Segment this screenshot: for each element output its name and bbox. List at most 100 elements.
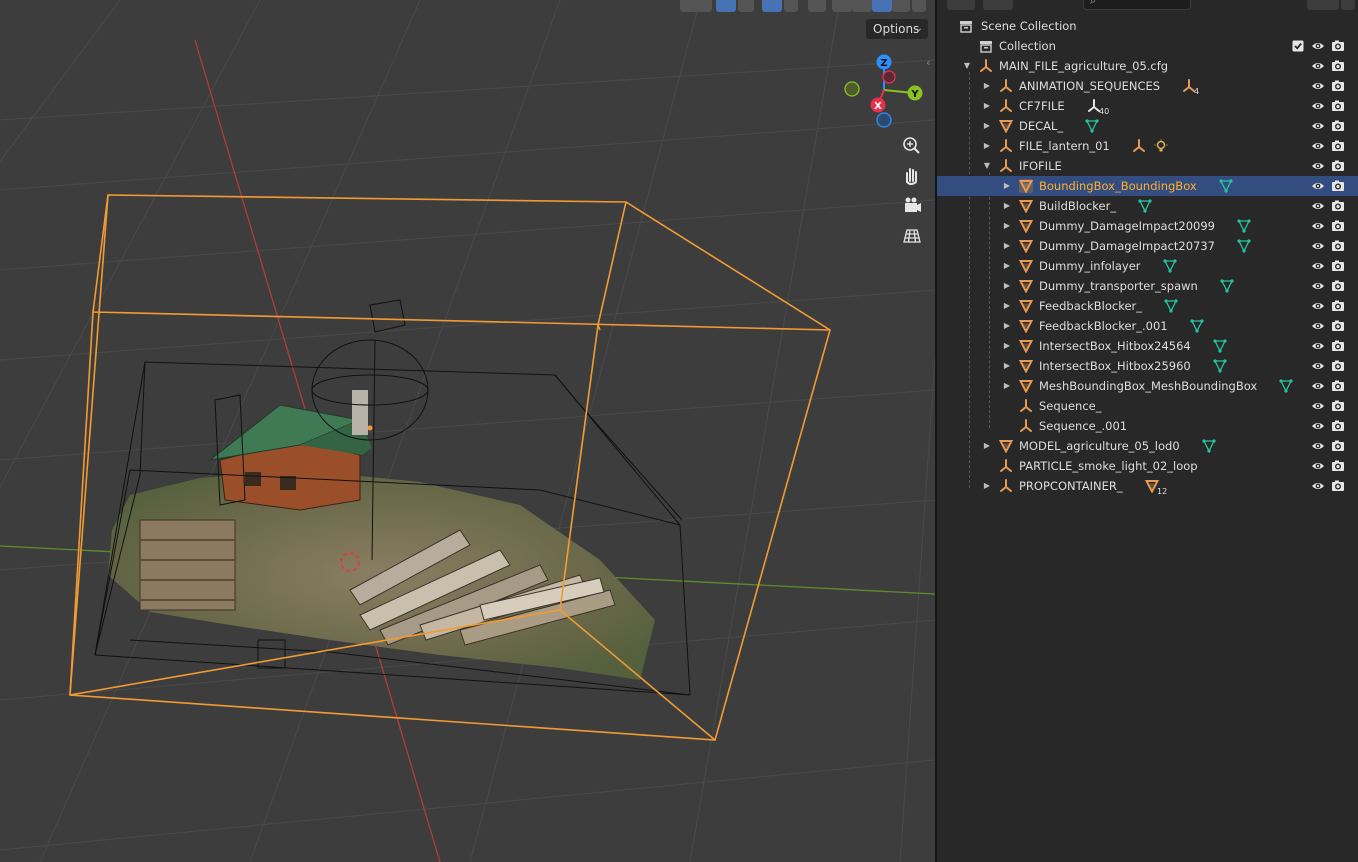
- eye-icon[interactable]: [1311, 439, 1325, 453]
- mesh-data-icon[interactable]: [1202, 439, 1216, 453]
- search-input[interactable]: ⌕: [1083, 0, 1191, 10]
- render-camera-icon[interactable]: [1331, 379, 1345, 393]
- viewport-scene[interactable]: [0, 0, 935, 862]
- outliner-row[interactable]: ▶ CF7FILE 40: [937, 96, 1358, 116]
- mesh-object-icon[interactable]: [1018, 259, 1034, 274]
- empty-child-icon[interactable]: [1132, 139, 1146, 153]
- eye-icon[interactable]: [1311, 259, 1325, 273]
- mesh-object-icon[interactable]: [1018, 339, 1034, 354]
- empty-object-icon[interactable]: [1019, 399, 1033, 413]
- eye-icon[interactable]: [1311, 99, 1325, 113]
- display-mode-dropdown[interactable]: [947, 0, 975, 10]
- mesh-data-icon[interactable]: [1237, 219, 1251, 233]
- render-camera-icon[interactable]: [1331, 39, 1345, 53]
- outliner-row[interactable]: ▶ IntersectBox_Hitbox24564: [937, 336, 1358, 356]
- mesh-object-icon[interactable]: [1018, 359, 1034, 374]
- hand-pan-icon[interactable]: [898, 162, 926, 190]
- eye-icon[interactable]: [1311, 239, 1325, 253]
- expand-arrow-icon[interactable]: ▶: [1002, 356, 1012, 376]
- mesh-object-icon[interactable]: [1018, 219, 1034, 234]
- mesh-object-icon[interactable]: [1018, 179, 1034, 194]
- render-camera-icon[interactable]: [1331, 59, 1345, 73]
- eye-icon[interactable]: [1311, 339, 1325, 353]
- mesh-object-icon[interactable]: [998, 439, 1014, 454]
- render-camera-icon[interactable]: [1331, 279, 1345, 293]
- expand-arrow-icon[interactable]: ▶: [982, 436, 992, 456]
- zoom-icon[interactable]: [898, 132, 926, 160]
- outliner-row[interactable]: ▶ FILE_lantern_01: [937, 136, 1358, 156]
- outliner-row[interactable]: ▶ BoundingBox_BoundingBox: [937, 176, 1358, 196]
- eye-icon[interactable]: [1311, 279, 1325, 293]
- expand-arrow-icon[interactable]: ▶: [982, 476, 992, 496]
- eye-icon[interactable]: [1311, 219, 1325, 233]
- mesh-data-icon[interactable]: [1219, 179, 1233, 193]
- outliner-row[interactable]: ▶ FeedbackBlocker_.001: [937, 316, 1358, 336]
- render-camera-icon[interactable]: [1331, 199, 1345, 213]
- empty-object-icon[interactable]: [999, 139, 1013, 153]
- expand-arrow-icon[interactable]: ▶: [1002, 236, 1012, 256]
- options-dropdown[interactable]: Options ⌄: [866, 19, 928, 39]
- exclude-checkbox[interactable]: [1291, 39, 1305, 53]
- mesh-data-icon[interactable]: [1220, 279, 1234, 293]
- collection-icon[interactable]: [979, 39, 993, 53]
- snap-options-dropdown[interactable]: [738, 0, 754, 12]
- empty-object-icon[interactable]: [999, 79, 1013, 93]
- render-camera-icon[interactable]: [1331, 399, 1345, 413]
- mesh-object-icon[interactable]: [1018, 279, 1034, 294]
- scene-collection-row[interactable]: Scene Collection: [937, 16, 1358, 36]
- collection-row[interactable]: Collection: [937, 36, 1358, 56]
- outliner-row[interactable]: ▶ IntersectBox_Hitbox25960: [937, 356, 1358, 376]
- outliner-row[interactable]: ▶ FeedbackBlocker_: [937, 296, 1358, 316]
- camera-icon[interactable]: [898, 192, 926, 220]
- mesh-object-icon[interactable]: [1018, 239, 1034, 254]
- outliner-row[interactable]: ▶ MODEL_agriculture_05_lod0: [937, 436, 1358, 456]
- eye-icon[interactable]: [1311, 79, 1325, 93]
- render-camera-icon[interactable]: [1331, 159, 1345, 173]
- mesh-data-icon[interactable]: [1213, 359, 1227, 373]
- render-camera-icon[interactable]: [1331, 119, 1345, 133]
- expand-arrow-icon[interactable]: ▶: [982, 96, 992, 116]
- outliner-row[interactable]: ▶ Dummy_DamageImpact20099: [937, 216, 1358, 236]
- expand-arrow-icon[interactable]: ▶: [982, 76, 992, 96]
- outliner-panel[interactable]: ⌕ Scene Collection Collection ▼ MAIN_FILE_…: [937, 0, 1358, 862]
- render-camera-icon[interactable]: [1331, 439, 1345, 453]
- mesh-object-icon[interactable]: [1018, 379, 1034, 394]
- outliner-row[interactable]: ▶ DECAL_: [937, 116, 1358, 136]
- proportional-edit-toggle[interactable]: [762, 0, 782, 12]
- outliner-row[interactable]: ▼ IFOFILE: [937, 156, 1358, 176]
- shading-solid-button[interactable]: [852, 0, 872, 12]
- mesh-data-icon[interactable]: [1085, 119, 1099, 133]
- render-camera-icon[interactable]: [1331, 239, 1345, 253]
- mesh-object-icon[interactable]: [998, 119, 1014, 134]
- empty-object-icon[interactable]: [1019, 419, 1033, 433]
- eye-icon[interactable]: [1311, 59, 1325, 73]
- eye-icon[interactable]: [1311, 39, 1325, 53]
- empty-object-icon[interactable]: [999, 479, 1013, 493]
- navigation-gizmo[interactable]: Z Y X: [838, 48, 930, 138]
- outliner-row[interactable]: ▶ BuildBlocker_: [937, 196, 1358, 216]
- mesh-data-icon[interactable]: [1163, 259, 1177, 273]
- empty-object-icon[interactable]: [999, 99, 1013, 113]
- outliner-row[interactable]: ▶ ANIMATION_SEQUENCES 4: [937, 76, 1358, 96]
- eye-icon[interactable]: [1311, 359, 1325, 373]
- eye-icon[interactable]: [1311, 179, 1325, 193]
- outliner-row[interactable]: ▶ Dummy_transporter_spawn: [937, 276, 1358, 296]
- collapse-arrow-icon[interactable]: ▼: [982, 156, 992, 176]
- eye-icon[interactable]: [1311, 319, 1325, 333]
- expand-arrow-icon[interactable]: ▶: [1002, 216, 1012, 236]
- mesh-data-icon[interactable]: [1213, 339, 1227, 353]
- render-camera-icon[interactable]: [1331, 339, 1345, 353]
- mesh-data-icon[interactable]: [1190, 319, 1204, 333]
- outliner-row[interactable]: ▶ Dummy_DamageImpact20737: [937, 236, 1358, 256]
- outliner-row[interactable]: ▶ MeshBoundingBox_MeshBoundingBox: [937, 376, 1358, 396]
- render-camera-icon[interactable]: [1331, 419, 1345, 433]
- eye-icon[interactable]: [1311, 119, 1325, 133]
- empty-object-icon[interactable]: [979, 59, 993, 73]
- render-camera-icon[interactable]: [1331, 99, 1345, 113]
- mesh-data-icon[interactable]: [1164, 299, 1178, 313]
- eye-icon[interactable]: [1311, 139, 1325, 153]
- proportional-dropdown[interactable]: [784, 0, 798, 12]
- pivot-dropdown[interactable]: [680, 0, 712, 12]
- expand-arrow-icon[interactable]: ▶: [1002, 276, 1012, 296]
- outliner-row[interactable]: PARTICLE_smoke_light_02_loop: [937, 456, 1358, 476]
